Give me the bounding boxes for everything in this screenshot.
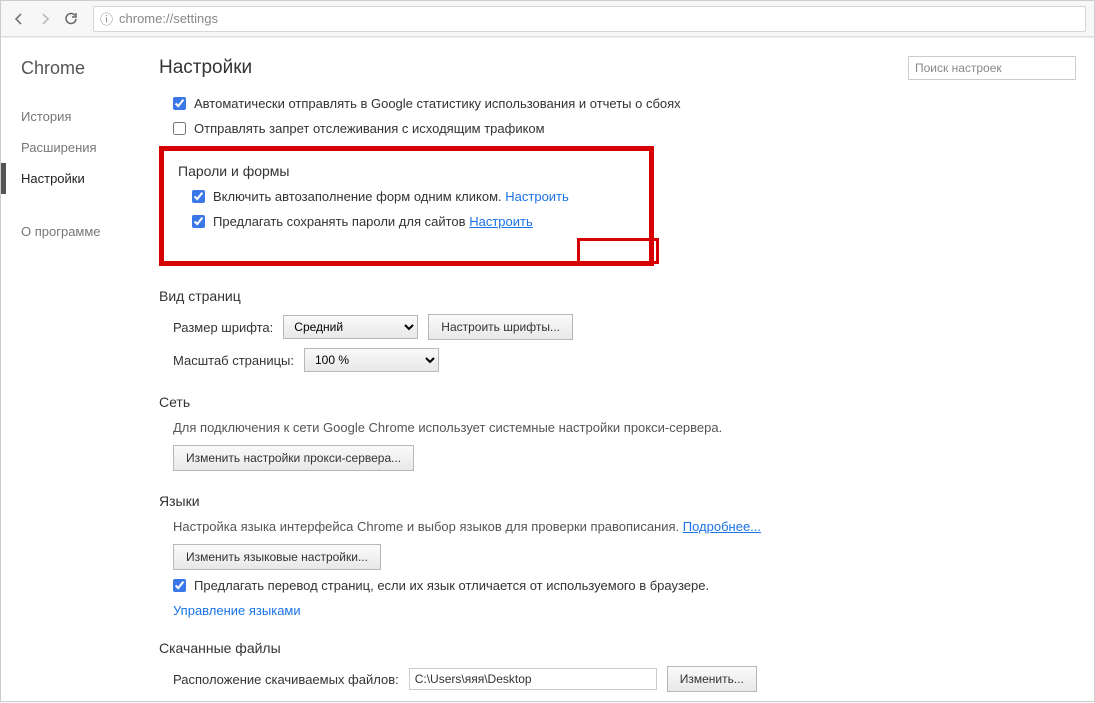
checkbox-autofill[interactable] xyxy=(192,190,205,203)
passwords-section-highlight: Пароли и формы Включить автозаполнение ф… xyxy=(159,146,654,266)
checkbox-stats-row: Автоматически отправлять в Google статис… xyxy=(173,96,1076,111)
sidebar-item-history[interactable]: История xyxy=(21,101,149,132)
appearance-title: Вид страниц xyxy=(159,288,1076,304)
autofill-label: Включить автозаполнение форм одним клико… xyxy=(213,189,569,204)
languages-title: Языки xyxy=(159,493,1076,509)
checkbox-save-passwords[interactable] xyxy=(192,215,205,228)
sidebar-item-settings[interactable]: Настройки xyxy=(1,163,149,194)
sidebar: Chrome История Расширения Настройки О пр… xyxy=(1,38,149,703)
address-bar[interactable]: ⓘ chrome://settings xyxy=(93,6,1086,32)
page-zoom-select[interactable]: 100 % xyxy=(304,348,439,372)
page-zoom-row: Масштаб страницы: 100 % xyxy=(173,348,1076,372)
back-button[interactable] xyxy=(9,9,29,29)
search-settings-input[interactable] xyxy=(908,56,1076,80)
translate-label: Предлагать перевод страниц, если их язык… xyxy=(194,578,709,593)
page-zoom-label: Масштаб страницы: xyxy=(173,353,294,368)
checkbox-offer-translate[interactable] xyxy=(173,579,186,592)
customize-fonts-button[interactable]: Настроить шрифты... xyxy=(428,314,573,340)
sidebar-item-extensions[interactable]: Расширения xyxy=(21,132,149,163)
sidebar-brand: Chrome xyxy=(21,58,149,79)
translate-row: Предлагать перевод страниц, если их язык… xyxy=(173,578,1076,593)
languages-section: Языки Настройка языка интерфейса Chrome … xyxy=(159,493,1076,618)
downloads-path-input[interactable] xyxy=(409,668,657,690)
appearance-section: Вид страниц Размер шрифта: Средний Настр… xyxy=(159,288,1076,372)
checkbox-stats[interactable] xyxy=(173,97,186,110)
main-panel: Настройки Автоматически отправлять в Goo… xyxy=(149,38,1094,703)
info-icon: ⓘ xyxy=(100,9,113,28)
proxy-settings-button[interactable]: Изменить настройки прокси-сервера... xyxy=(173,445,414,471)
languages-desc: Настройка языка интерфейса Chrome и выбо… xyxy=(173,519,1076,534)
downloads-change-button[interactable]: Изменить... xyxy=(667,666,757,692)
downloads-title: Скачанные файлы xyxy=(159,640,1076,656)
reload-button[interactable] xyxy=(61,9,81,29)
font-size-select[interactable]: Средний xyxy=(283,315,418,339)
sidebar-item-about[interactable]: О программе xyxy=(21,224,149,239)
font-size-row: Размер шрифта: Средний Настроить шрифты.… xyxy=(173,314,1076,340)
savepw-label: Предлагать сохранять пароли для сайтов Н… xyxy=(213,214,533,229)
network-section: Сеть Для подключения к сети Google Chrom… xyxy=(159,394,1076,471)
checkbox-stats-label: Автоматически отправлять в Google статис… xyxy=(194,96,681,111)
manage-languages-link[interactable]: Управление языками xyxy=(173,603,301,618)
browser-toolbar: ⓘ chrome://settings xyxy=(1,1,1094,37)
savepw-configure-link[interactable]: Настроить xyxy=(469,214,533,229)
annotation-highlight-icon xyxy=(577,238,659,264)
network-title: Сеть xyxy=(159,394,1076,410)
downloads-path-label: Расположение скачиваемых файлов: xyxy=(173,672,399,687)
page-title: Настройки xyxy=(159,57,252,79)
checkbox-dnt-label: Отправлять запрет отслеживания с исходящ… xyxy=(194,121,545,136)
network-desc: Для подключения к сети Google Chrome исп… xyxy=(173,420,1076,435)
autofill-configure-link[interactable]: Настроить xyxy=(505,189,569,204)
language-settings-button[interactable]: Изменить языковые настройки... xyxy=(173,544,381,570)
forward-button[interactable] xyxy=(35,9,55,29)
passwords-title: Пароли и формы xyxy=(178,163,635,179)
content-area: Chrome История Расширения Настройки О пр… xyxy=(1,37,1094,703)
header-row: Настройки xyxy=(159,56,1076,80)
languages-learn-more-link[interactable]: Подробнее... xyxy=(683,519,761,534)
downloads-path-row: Расположение скачиваемых файлов: Изменит… xyxy=(173,666,1076,692)
url-text: chrome://settings xyxy=(119,11,218,26)
downloads-section: Скачанные файлы Расположение скачиваемых… xyxy=(159,640,1076,692)
autofill-row: Включить автозаполнение форм одним клико… xyxy=(192,189,635,204)
checkbox-dnt[interactable] xyxy=(173,122,186,135)
font-size-label: Размер шрифта: xyxy=(173,320,273,335)
savepw-row: Предлагать сохранять пароли для сайтов Н… xyxy=(192,214,635,229)
checkbox-dnt-row: Отправлять запрет отслеживания с исходящ… xyxy=(173,121,1076,136)
